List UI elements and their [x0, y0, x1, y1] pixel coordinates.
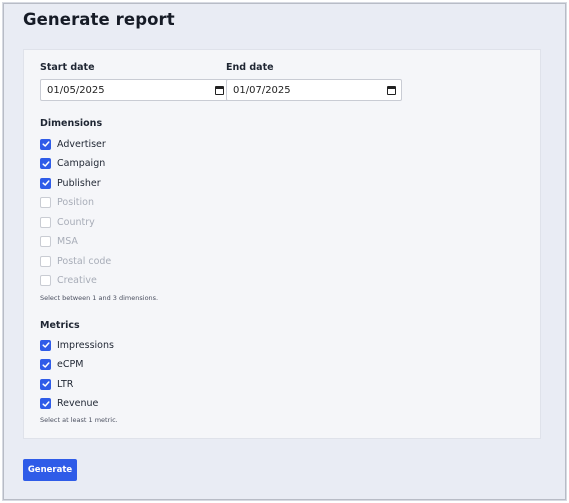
dimension-option: Creative	[40, 274, 97, 288]
start-date-input[interactable]: 01/05/2025	[40, 79, 230, 101]
checkbox	[40, 197, 51, 208]
checkmark-icon	[41, 180, 50, 186]
checkbox[interactable]	[40, 339, 51, 351]
checkbox-label: Postal code	[57, 255, 112, 267]
start-date-value: 01/05/2025	[47, 84, 105, 96]
metric-option[interactable]: eCPM	[40, 358, 83, 372]
calendar-icon[interactable]	[387, 85, 396, 95]
checkbox	[40, 275, 51, 286]
checkmark-icon	[41, 381, 50, 387]
checkbox[interactable]	[40, 378, 51, 390]
checkbox-label: Publisher	[57, 177, 101, 189]
checkbox[interactable]	[40, 138, 51, 150]
checkbox-label: LTR	[57, 378, 74, 390]
checkbox-label: Impressions	[57, 339, 114, 351]
dimension-option[interactable]: Advertiser	[40, 137, 106, 151]
start-date-label: Start date	[40, 62, 95, 73]
dimension-option[interactable]: Publisher	[40, 176, 101, 190]
end-date-label: End date	[226, 62, 274, 73]
checkbox[interactable]	[40, 359, 51, 370]
report-window: Generate report Start date 01/05/2025 En…	[3, 3, 566, 500]
metrics-heading: Metrics	[40, 320, 80, 331]
metric-option[interactable]: Revenue	[40, 397, 98, 411]
checkbox[interactable]	[40, 158, 51, 169]
checkbox-label: Revenue	[57, 398, 99, 409]
dimensions-hint: Select between 1 and 3 dimensions.	[40, 294, 159, 302]
report-form-card: Start date 01/05/2025 End date 01/07/202…	[23, 49, 541, 439]
checkmark-icon	[41, 361, 50, 368]
end-date-input[interactable]: 01/07/2025	[226, 79, 402, 101]
dimension-option: Country	[40, 215, 95, 229]
checkmark-icon	[41, 342, 50, 348]
checkmark-icon	[41, 141, 50, 147]
checkbox	[40, 255, 51, 267]
dimension-option: MSA	[40, 235, 78, 249]
checkbox-label: MSA	[57, 236, 78, 247]
checkbox-label: Creative	[57, 275, 97, 286]
dimension-option[interactable]: Campaign	[40, 157, 105, 171]
checkbox-label: Advertiser	[57, 138, 106, 150]
checkbox[interactable]	[40, 177, 51, 189]
dimensions-heading: Dimensions	[40, 118, 103, 129]
checkmark-icon	[41, 400, 50, 407]
calendar-icon[interactable]	[215, 85, 224, 95]
metrics-hint: Select at least 1 metric.	[40, 416, 118, 424]
checkbox-label: Country	[57, 216, 95, 228]
dimension-option: Postal code	[40, 254, 111, 268]
checkbox	[40, 236, 51, 247]
metric-option[interactable]: LTR	[40, 377, 73, 391]
page-title: Generate report	[23, 10, 175, 29]
checkbox[interactable]	[40, 398, 51, 409]
checkbox-label: eCPM	[57, 359, 84, 370]
checkbox-label: Campaign	[57, 158, 106, 169]
checkbox-label: Position	[57, 197, 94, 208]
dimension-option: Position	[40, 196, 94, 210]
checkmark-icon	[41, 160, 50, 167]
generate-button[interactable]: Generate	[23, 459, 77, 481]
checkbox	[40, 216, 51, 228]
metric-option[interactable]: Impressions	[40, 338, 114, 352]
end-date-value: 01/07/2025	[233, 84, 291, 96]
